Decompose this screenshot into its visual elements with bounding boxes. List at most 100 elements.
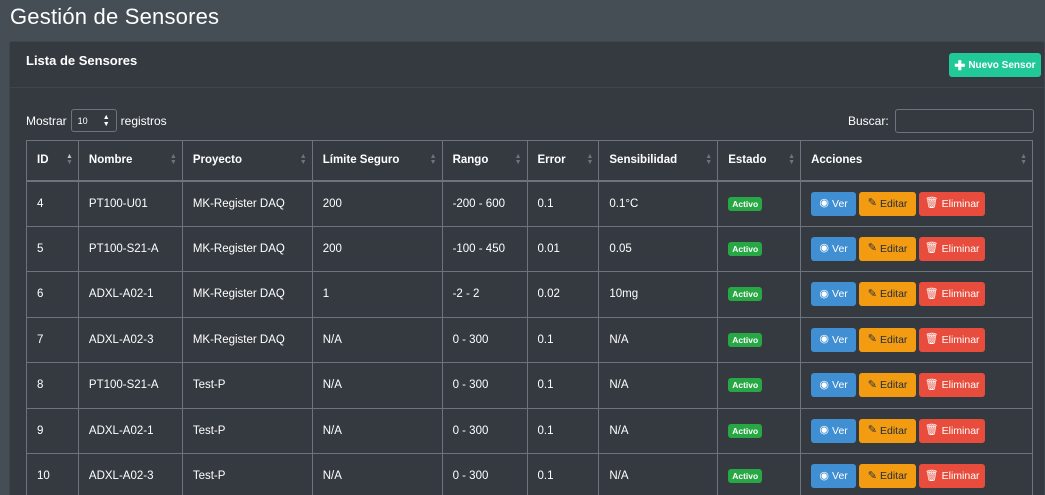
table-row: 7 ADXL-A02-3 MK-Register DAQ N/A 0 - 300 0.1 N… (26, 316, 1033, 363)
cell-rango: 0 - 300 (441, 407, 528, 454)
table-row: 8 PT100-S21-A Test-P N/A 0 - 300 0.1 N/A Activo… (26, 362, 1033, 409)
delete-button[interactable]: 🗑 Eliminar (919, 418, 986, 443)
page-title: Gestión de Sensores (10, 4, 220, 29)
view-button[interactable]: ◉ Ver (811, 373, 857, 398)
delete-button-label: Eliminar (941, 333, 980, 346)
cell-estado: Activo (717, 271, 802, 318)
plus-icon: ✚ (954, 57, 966, 73)
header-estado[interactable]: Estado ▲ ▼ (717, 140, 802, 182)
edit-button[interactable]: ✎ Editar (859, 191, 917, 216)
cell-error: 0.1 (526, 362, 600, 409)
edit-button[interactable]: ✎ Editar (859, 373, 917, 398)
status-badge: Activo (728, 241, 763, 256)
header-nombre[interactable]: Nombre ▲ ▼ (77, 140, 183, 182)
delete-button[interactable]: 🗑 Eliminar (919, 464, 986, 489)
view-button[interactable]: ◉ Ver (811, 327, 857, 352)
length-select[interactable]: 10 ▲ ▼ (70, 109, 117, 132)
view-button-label: Ver (832, 288, 848, 301)
table-body: 4 PT100-U01 MK-Register DAQ 200 -200 - 600 0.… (26, 180, 1033, 495)
edit-icon: ✎ (867, 287, 877, 300)
delete-button[interactable]: 🗑 Eliminar (919, 282, 986, 307)
edit-button[interactable]: ✎ Editar (859, 282, 917, 307)
cell-limite: N/A (311, 316, 443, 363)
eye-icon: ◉ (819, 424, 830, 437)
edit-button-label: Editar (879, 288, 908, 301)
sensor-list-card: Lista de Sensores ✚ Nuevo Sensor Mostrar… (9, 41, 1045, 495)
cell-nombre: ADXL-A02-1 (77, 271, 183, 318)
table-row: 10 ADXL-A02-3 Test-P N/A 0 - 300 0.1 N/A Activo… (26, 453, 1033, 495)
edit-icon: ✎ (867, 242, 877, 255)
header-proyecto[interactable]: Proyecto ▲ ▼ (181, 140, 313, 182)
cell-proyecto: Test-P (181, 407, 313, 454)
view-button[interactable]: ◉ Ver (811, 418, 857, 443)
cell-nombre: PT100-S21-A (77, 362, 183, 409)
edit-button-label: Editar (879, 470, 908, 483)
cell-proyecto: Test-P (181, 453, 313, 495)
cell-estado: Activo (717, 362, 802, 409)
edit-button[interactable]: ✎ Editar (859, 464, 917, 489)
cell-acciones: ◉ Ver ✎ Editar 🗑 Eliminar (800, 180, 1033, 227)
sort-icon: ▲ ▼ (65, 153, 73, 166)
card-title: Lista de Sensores (26, 53, 138, 68)
search-label: Buscar: (848, 114, 889, 128)
eye-icon: ◉ (819, 242, 830, 255)
sensors-table: ID ▲ ▼ Nombre ▲ ▼ Proyecto ▲ ▼ Límite Seguro ▲ ▼… (26, 140, 1033, 495)
header-error[interactable]: Error ▲ ▼ (526, 140, 600, 182)
cell-nombre: PT100-S21-A (77, 225, 183, 272)
cell-sensibilidad: N/A (598, 407, 719, 454)
edit-button[interactable]: ✎ Editar (859, 418, 917, 443)
new-sensor-label: Nuevo Sensor (968, 59, 1036, 71)
cell-proyecto: Test-P (181, 362, 313, 409)
header-sensibilidad[interactable]: Sensibilidad ▲ ▼ (598, 140, 719, 182)
edit-button[interactable]: ✎ Editar (859, 236, 917, 261)
cell-error: 0.1 (526, 316, 600, 363)
cell-limite: N/A (311, 407, 443, 454)
cell-sensibilidad: 0.1°C (598, 180, 719, 227)
header-id[interactable]: ID ▲ ▼ (26, 140, 79, 182)
cell-estado: Activo (717, 225, 802, 272)
view-button-label: Ver (832, 470, 848, 483)
cell-limite: N/A (311, 362, 443, 409)
search-input[interactable] (894, 109, 1034, 133)
length-prefix: Mostrar (26, 113, 67, 128)
header-acciones[interactable]: Acciones ▲ ▼ (800, 140, 1033, 182)
cell-proyecto: MK-Register DAQ (181, 271, 313, 318)
card-header: Lista de Sensores ✚ Nuevo Sensor (10, 42, 1044, 88)
cell-error: 0.1 (526, 407, 600, 454)
cell-acciones: ◉ Ver ✎ Editar 🗑 Eliminar (800, 362, 1033, 409)
edit-button[interactable]: ✎ Editar (859, 327, 917, 352)
edit-icon: ✎ (867, 378, 877, 391)
new-sensor-button[interactable]: ✚ Nuevo Sensor (949, 53, 1041, 77)
cell-limite: 200 (311, 225, 443, 272)
delete-button[interactable]: 🗑 Eliminar (919, 327, 986, 352)
view-button[interactable]: ◉ Ver (811, 464, 857, 489)
cell-error: 0.1 (526, 453, 600, 495)
cell-nombre: ADXL-A02-3 (77, 316, 183, 363)
header-rango[interactable]: Rango ▲ ▼ (441, 140, 528, 182)
view-button-label: Ver (832, 242, 848, 255)
cell-sensibilidad: 10mg (598, 271, 719, 318)
sort-icon: ▲ ▼ (1020, 153, 1027, 166)
status-badge: Activo (728, 287, 763, 302)
delete-button-label: Eliminar (941, 424, 980, 437)
eye-icon: ◉ (819, 197, 830, 209)
header-limite[interactable]: Límite Seguro ▲ ▼ (311, 140, 443, 182)
cell-estado: Activo (717, 180, 802, 227)
cell-limite: 200 (311, 180, 443, 227)
view-button-label: Ver (832, 333, 848, 346)
delete-button[interactable]: 🗑 Eliminar (919, 236, 986, 261)
cell-acciones: ◉ Ver ✎ Editar 🗑 Eliminar (800, 316, 1033, 363)
delete-button[interactable]: 🗑 Eliminar (919, 373, 986, 398)
cell-sensibilidad: N/A (598, 453, 719, 495)
view-button-label: Ver (832, 197, 848, 210)
view-button[interactable]: ◉ Ver (811, 282, 857, 307)
cell-id: 5 (26, 225, 79, 272)
view-button[interactable]: ◉ Ver (811, 191, 857, 216)
sort-icon: ▲ ▼ (514, 153, 522, 166)
eye-icon: ◉ (819, 469, 830, 482)
trash-icon: 🗑 (924, 333, 939, 346)
view-button[interactable]: ◉ Ver (811, 236, 857, 261)
edit-icon: ✎ (867, 469, 877, 482)
delete-button[interactable]: 🗑 Eliminar (919, 191, 986, 216)
status-badge: Activo (728, 469, 763, 484)
